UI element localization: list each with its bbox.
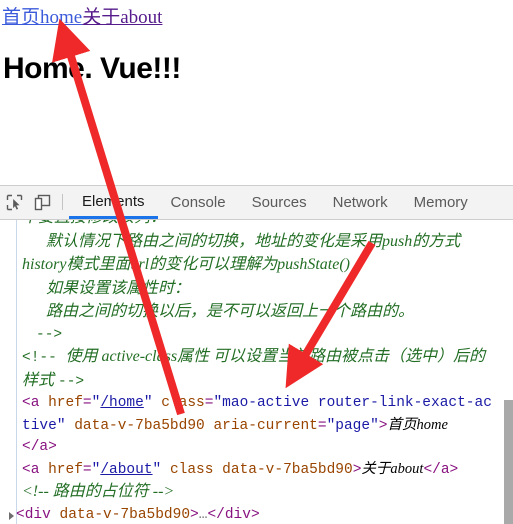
attr-name-href: href — [48, 461, 83, 478]
attr-name-datav: data-v-7ba5bd90 — [222, 461, 353, 478]
element-text-content[interactable]: 关于about — [361, 461, 423, 477]
code-line-a-home-close[interactable]: </a> — [0, 437, 497, 459]
device-toolbar-icon-glyph — [34, 194, 50, 211]
tab-memory[interactable]: Memory — [401, 186, 481, 219]
quote-close: " — [370, 417, 379, 434]
comment-text: 默认情况下路由之间的切换，地址的变化是采用push的方式 — [46, 232, 461, 250]
page-heading: Home. Vue!!! — [3, 52, 181, 85]
inspect-element-icon-glyph — [6, 194, 22, 211]
angle-open: < — [22, 395, 31, 411]
attr-name-datav: data-v-7ba5bd90 — [59, 506, 191, 523]
attr-value-href[interactable]: /home — [100, 395, 144, 411]
equals: = — [82, 395, 92, 411]
code-line-comment-1[interactable]: 默认情况下路由之间的切换，地址的变化是采用push的方式 — [0, 231, 497, 255]
attr-name-datav: data-v-7ba5bd90 — [74, 417, 205, 434]
angle-open: < — [22, 461, 31, 478]
comment-text: history模式里面url的变化可以理解为pushState() — [22, 256, 350, 273]
code-line-comment-5[interactable]: <!-- 使用 active-class属性 可以设置当前路由被点击（选中）后的… — [0, 346, 497, 393]
tab-elements[interactable]: Elements — [69, 186, 158, 219]
attr-name-class: class — [161, 395, 205, 411]
code-line-a-home[interactable]: <a href="/home" class="mao-active router… — [0, 393, 497, 437]
tag-open: <div — [16, 506, 60, 523]
code-line-div-collapsed[interactable]: <div data-v-7ba5bd90>…</div> — [0, 505, 497, 524]
equals: = — [82, 461, 92, 478]
expand-triangle-icon[interactable] — [9, 511, 14, 520]
inspect-element-icon[interactable] — [0, 186, 28, 219]
angle-close: > — [378, 417, 388, 434]
code-line-a-about[interactable]: <a href="/about" class data-v-7ba5bd90>关… — [0, 459, 497, 482]
attr-value-aria[interactable]: page — [335, 418, 370, 434]
comment-close-token: --> — [36, 326, 63, 343]
code-line-comment-4[interactable]: 路由之间的切换以后，是不可以返回上一个路由的。 — [0, 301, 497, 325]
code-line-comment-6[interactable]: <!-- 路由的占位符 --> — [0, 481, 497, 505]
devtools-panel: Elements Console Sources Network Memory … — [0, 185, 513, 524]
comment-text: 使用 active-class属性 可以设置当前路由被点击（选中）后的样式 — [22, 348, 486, 389]
page-nav: 首页home关于about — [2, 7, 162, 29]
attr-name-href: href — [48, 395, 83, 411]
tab-sources[interactable]: Sources — [239, 186, 320, 219]
code-line-comment-2[interactable]: history模式里面url的变化可以理解为pushState() — [0, 254, 497, 278]
devtools-toolbar: Elements Console Sources Network Memory — [0, 186, 513, 220]
quote-open: " — [213, 395, 223, 411]
closing-tag: </a> — [22, 439, 57, 455]
closing-tag: </div> — [207, 506, 260, 523]
comment-text: 路由之间的切换以后，是不可以返回上一个路由的。 — [46, 303, 415, 320]
device-toolbar-icon[interactable] — [28, 186, 56, 219]
code-line-comment-close[interactable]: --> — [0, 325, 497, 347]
equals: = — [317, 417, 327, 434]
attr-name-class: class — [169, 461, 214, 478]
tab-console[interactable]: Console — [158, 186, 239, 219]
quote-close: " — [143, 395, 153, 411]
tab-network[interactable]: Network — [320, 186, 401, 219]
quote-open: " — [326, 417, 336, 434]
code-panel-scrollbar[interactable] — [504, 400, 513, 524]
code-line-comment-clipped[interactable]: 不要直接修改该列： — [0, 220, 497, 231]
attr-name-aria: aria-current — [213, 417, 318, 434]
toolbar-separator — [62, 194, 63, 210]
dom-tree: 不要直接修改该列： 默认情况下路由之间的切换，地址的变化是采用push的方式 h… — [0, 220, 497, 524]
quote-close: " — [56, 417, 66, 434]
comment-text: 如果设置该属性时： — [46, 279, 191, 297]
rendered-page-area: 首页home关于about Home. Vue!!! — [0, 0, 513, 185]
comment-text: <!-- 路由的占位符 --> — [22, 483, 175, 500]
attr-value-href[interactable]: /about — [100, 462, 152, 478]
nav-link-home[interactable]: 首页home — [2, 7, 82, 28]
comment-text: 不要直接修改该列： — [22, 220, 166, 226]
comment-close-token: --> — [58, 373, 85, 390]
closing-tag: </a> — [423, 461, 459, 478]
angle-close: > — [190, 506, 199, 523]
code-line-comment-3[interactable]: 如果设置该属性时： — [0, 278, 497, 302]
comment-open-token: <!-- — [22, 350, 66, 366]
element-text-content[interactable]: 首页home — [388, 417, 448, 433]
quote-close: " — [152, 461, 162, 478]
elements-code-panel[interactable]: 不要直接修改该列： 默认情况下路由之间的切换，地址的变化是采用push的方式 h… — [0, 220, 513, 524]
nav-link-about[interactable]: 关于about — [82, 7, 162, 28]
